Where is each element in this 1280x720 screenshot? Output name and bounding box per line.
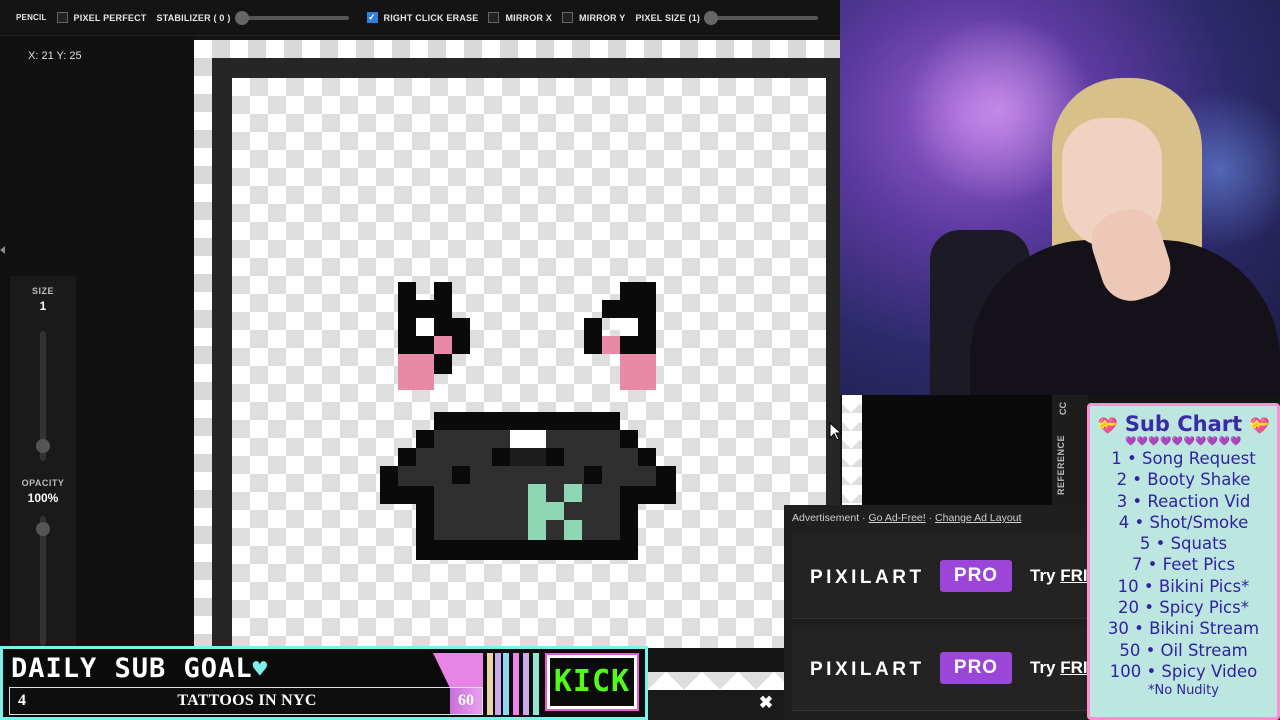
checkmark-icon[interactable]: ✓ — [366, 12, 378, 23]
sub-chart-item: 20 • Spicy Pics* — [1118, 598, 1249, 618]
free-label: FRI — [1060, 658, 1088, 677]
advertisement-panel: Advertisement · Go Ad-Free! · Change Ad … — [784, 505, 1088, 720]
tab-reference[interactable]: REFERENCE — [1056, 435, 1066, 495]
heart-icon: 💝 — [1097, 416, 1118, 435]
pixilart-logo: PIXILART — [810, 567, 925, 588]
stabilizer-control: STABILIZER ( 0 ) — [156, 10, 349, 25]
stabilizer-slider[interactable] — [234, 10, 349, 25]
mirror-x-toggle[interactable]: MIRROR X — [488, 12, 552, 23]
tab-cc[interactable]: CC — [1058, 402, 1068, 415]
sub-chart-title-text: Sub Chart — [1124, 412, 1243, 436]
sub-chart-item: 3 • Reaction Vid — [1116, 491, 1251, 511]
right-click-erase-label: RIGHT CLICK ERASE — [383, 12, 479, 23]
sub-chart-item: 4 • Shot/Smoke — [1118, 512, 1249, 532]
slider-knob[interactable] — [704, 10, 719, 25]
mirror-y-toggle[interactable]: MIRROR Y — [562, 12, 625, 23]
go-ad-free-link[interactable]: Go Ad-Free! — [868, 512, 925, 524]
slider-knob[interactable] — [36, 522, 50, 536]
sub-chart-item: 10 • Bikini Pics* — [1117, 576, 1250, 596]
goal-title-text: DAILY SUB GOAL — [11, 653, 253, 684]
sub-chart-item: 5 • Squats — [1139, 534, 1228, 554]
slider-knob[interactable] — [36, 439, 50, 453]
pencil-toolbar: PENCIL PIXEL PERFECT STABILIZER ( 0 ) ✓ R… — [0, 0, 840, 36]
slider-knob[interactable] — [234, 10, 249, 25]
right-click-erase-toggle[interactable]: ✓ RIGHT CLICK ERASE — [366, 12, 479, 23]
opacity-label: OPACITY — [21, 478, 65, 488]
size-value: 1 — [39, 299, 47, 313]
collapse-arrow-icon[interactable] — [0, 246, 5, 254]
pixel-size-label: PIXEL SIZE (1) — [635, 12, 701, 23]
sub-chart-item: 7 • Feet Pics — [1131, 555, 1236, 575]
ad-header: Advertisement · Go Ad-Free! · Change Ad … — [792, 512, 1021, 524]
sub-chart-item: 100 • Spicy Video — [1109, 661, 1258, 681]
pixel-art-drawing — [380, 282, 676, 560]
stream-screen: PENCIL PIXEL PERFECT STABILIZER ( 0 ) ✓ R… — [0, 0, 1280, 720]
sub-chart-item: 1 • Song Request — [1111, 449, 1256, 468]
kick-logo: KICK — [545, 653, 639, 711]
pixel-perfect-toggle[interactable]: PIXEL PERFECT — [56, 12, 147, 23]
heart-icon: 💝 — [1249, 416, 1270, 435]
ad-banner[interactable]: PIXILART PRO Try FRI — [792, 535, 1088, 619]
ad-label: Advertisement — [792, 512, 860, 524]
canvas-edge — [842, 395, 862, 505]
goal-max: 60 — [458, 692, 474, 709]
mouse-pointer-icon — [829, 422, 843, 441]
opacity-value: 100% — [27, 491, 59, 505]
try-label: Try — [1030, 566, 1061, 585]
size-label: SIZE — [31, 286, 54, 296]
webcam-feed — [840, 0, 1280, 395]
sub-chart-item: 50 • Oil Stream — [1119, 640, 1248, 660]
left-tool-panel: X: 21 Y: 25 SIZE 1 OPACITY 100% — [0, 36, 194, 676]
checkbox-icon[interactable] — [488, 12, 500, 23]
separator: · — [925, 512, 936, 524]
goal-progress-bar: 4 TATTOOS IN NYC 60 — [9, 687, 483, 715]
cursor-coordinates: X: 21 Y: 25 — [28, 50, 82, 62]
opacity-slider[interactable] — [36, 516, 50, 646]
tool-label: PENCIL — [16, 13, 47, 22]
close-icon[interactable]: ✖ — [752, 690, 780, 716]
pixilart-logo: PIXILART — [810, 659, 925, 680]
pro-badge: PRO — [940, 652, 1012, 684]
stabilizer-label: STABILIZER ( 0 ) — [156, 12, 231, 23]
sub-chart-item: 2 • Booty Shake — [1116, 470, 1251, 490]
pixel-size-control: PIXEL SIZE (1) — [635, 10, 819, 25]
mirror-y-label: MIRROR Y — [579, 12, 626, 23]
sub-chart-overlay: 💝 Sub Chart 💝 💜💜💜💜💜💜💜💜💜💜 1 • Song Reques… — [1087, 403, 1280, 720]
side-tabs: CC REFERENCE — [1052, 395, 1088, 505]
pro-badge: PRO — [940, 560, 1012, 592]
goal-title: DAILY SUB GOAL♥ — [11, 653, 268, 684]
sub-chart-list: 1 • Song Request 2 • Booty Shake 3 • React… — [1090, 448, 1277, 682]
free-label: FRI — [1060, 566, 1088, 585]
reference-panel — [862, 395, 1052, 505]
sub-chart-note: *No Nudity — [1148, 683, 1219, 699]
hearts-divider: 💜💜💜💜💜💜💜💜💜💜 — [1124, 437, 1243, 447]
mirror-x-label: MIRROR X — [505, 12, 553, 23]
drawing-canvas[interactable] — [232, 78, 826, 648]
size-slider[interactable] — [36, 331, 50, 461]
tool-name: PENCIL — [16, 13, 47, 22]
try-free-text: Try FRI — [1030, 658, 1088, 678]
change-ad-layout-link[interactable]: Change Ad Layout — [935, 512, 1021, 524]
checkbox-icon[interactable] — [562, 12, 574, 23]
try-free-text: Try FRI — [1030, 566, 1088, 586]
daily-sub-goal-widget: DAILY SUB GOAL♥ 4 TATTOOS IN NYC 60 KICK — [0, 646, 648, 720]
pixel-perfect-label: PIXEL PERFECT — [73, 12, 147, 23]
pixel-size-slider[interactable] — [704, 10, 819, 25]
heart-icon: ♥ — [252, 655, 269, 683]
ad-banner[interactable]: PIXILART PRO Try FRI — [792, 627, 1088, 711]
checkbox-icon[interactable] — [56, 12, 68, 23]
brush-settings: SIZE 1 OPACITY 100% — [10, 276, 76, 676]
sub-chart-item: 30 • Bikini Stream — [1107, 619, 1260, 639]
try-label: Try — [1030, 658, 1061, 677]
goal-label: TATTOOS IN NYC — [177, 692, 317, 709]
sub-chart-title: 💝 Sub Chart 💝 — [1090, 412, 1277, 436]
